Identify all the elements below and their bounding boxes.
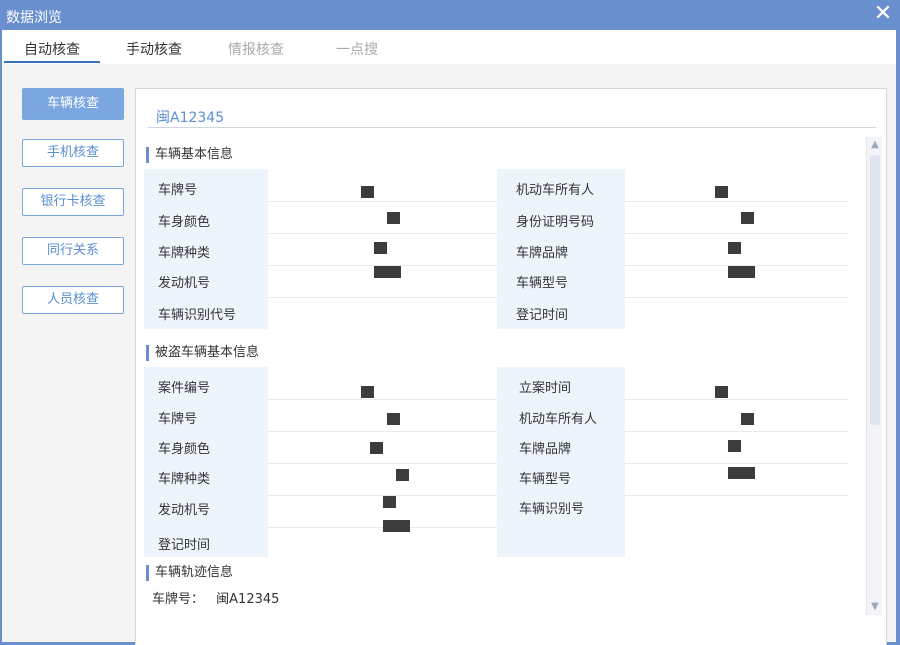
tab-auto-check[interactable]: 自动核查	[24, 39, 80, 59]
redacted-value	[374, 266, 401, 278]
row-divider	[625, 431, 849, 432]
active-tab-indicator	[4, 61, 100, 63]
row-divider	[268, 201, 497, 202]
row-divider	[268, 233, 497, 234]
sidebar-item-companion-relation[interactable]: 同行关系	[22, 237, 124, 265]
row-divider	[625, 495, 849, 496]
redacted-value	[741, 413, 754, 425]
field-label: 车辆型号	[519, 472, 572, 487]
field-label: 车牌种类	[158, 246, 211, 261]
stolen-vehicle-grid: 案件编号 车牌号 车身颜色 车牌种类 发动机号 登记时间 立案时间 机动车所有人…	[144, 367, 849, 557]
field-label: 机动车所有人	[516, 183, 595, 198]
redacted-value	[387, 413, 400, 425]
redacted-value	[728, 242, 741, 254]
field-label: 车牌号	[158, 412, 198, 427]
field-label: 发动机号	[158, 276, 211, 291]
redacted-value	[728, 467, 755, 479]
vertical-scrollbar[interactable]: ▲ ▼	[866, 137, 882, 615]
field-label: 车牌号	[158, 183, 198, 198]
detail-scroll-area[interactable]: 车辆基本信息 车牌号 车身颜色 车牌种类 发动机号 车辆识别代号 机动车所有人 …	[144, 137, 864, 645]
chevron-up-icon[interactable]: ▲	[867, 137, 883, 153]
field-label: 车身颜色	[158, 215, 211, 230]
field-label: 案件编号	[158, 381, 211, 396]
row-divider	[268, 463, 497, 464]
vehicle-basic-grid: 车牌号 车身颜色 车牌种类 发动机号 车辆识别代号 机动车所有人 身份证明号码 …	[144, 169, 849, 329]
redacted-value	[370, 442, 383, 454]
field-label: 发动机号	[158, 503, 211, 518]
row-divider	[268, 297, 497, 298]
redacted-value	[715, 386, 728, 398]
tab-quick-search[interactable]: 一点搜	[336, 39, 378, 59]
field-label: 身份证明号码	[516, 215, 595, 230]
window-content: 自动核查 手动核查 情报核查 一点搜 车辆核查 手机核查 银行卡核查 同行关系 …	[2, 30, 896, 645]
field-label: 车辆型号	[516, 276, 569, 291]
main-panel: 闽A12345 车辆基本信息 车牌号 车身颜色 车牌种类 发动机号 车辆识别代号…	[135, 88, 887, 645]
sidebar-item-person-check[interactable]: 人员核查	[22, 286, 124, 314]
heading-divider	[148, 127, 876, 128]
section-title-track: 车辆轨迹信息	[146, 565, 233, 581]
row-divider	[625, 233, 849, 234]
row-divider	[268, 399, 497, 400]
field-label: 车身颜色	[158, 442, 211, 457]
sidebar-item-phone-check[interactable]: 手机核查	[22, 139, 124, 167]
window-title: 数据浏览	[6, 10, 62, 26]
tab-intel-check[interactable]: 情报核查	[228, 39, 284, 59]
scroll-thumb[interactable]	[870, 155, 880, 425]
row-divider	[268, 431, 497, 432]
section-title-stolen-vehicle: 被盗车辆基本信息	[146, 345, 259, 361]
row-divider	[625, 463, 849, 464]
close-icon[interactable]: ✕	[872, 3, 894, 25]
redacted-value	[383, 496, 396, 508]
field-label: 车牌品牌	[519, 442, 572, 457]
redacted-value	[383, 520, 410, 532]
field-label: 车牌品牌	[516, 246, 569, 261]
redacted-value	[361, 186, 374, 198]
redacted-value	[728, 266, 755, 278]
field-label: 车辆识别号	[519, 502, 585, 517]
redacted-value	[396, 469, 409, 481]
field-label: 车辆识别代号	[158, 308, 237, 323]
section-title-vehicle-basic: 车辆基本信息	[146, 147, 233, 163]
sidebar-item-bankcard-check[interactable]: 银行卡核查	[22, 188, 124, 216]
redacted-value	[361, 386, 374, 398]
row-divider	[625, 297, 849, 298]
row-divider	[625, 201, 849, 202]
field-label: 立案时间	[519, 381, 572, 396]
sidebar-item-vehicle-check[interactable]: 车辆核查	[22, 88, 124, 120]
tab-manual-check[interactable]: 手动核查	[126, 39, 182, 59]
row-divider	[625, 399, 849, 400]
field-label: 登记时间	[158, 538, 211, 553]
tab-bar: 自动核查 手动核查 情报核查 一点搜	[2, 30, 896, 64]
track-plate-row: 车牌号： 闽A12345	[152, 588, 279, 607]
redacted-value	[728, 440, 741, 452]
redacted-value	[715, 186, 728, 198]
field-label: 登记时间	[516, 308, 569, 323]
field-label: 车牌种类	[158, 472, 211, 487]
title-bar: 数据浏览 ✕	[0, 0, 900, 30]
redacted-value	[374, 242, 387, 254]
redacted-value	[387, 212, 400, 224]
redacted-value	[741, 212, 754, 224]
chevron-down-icon[interactable]: ▼	[867, 599, 883, 615]
plate-heading: 闽A12345	[156, 110, 225, 126]
track-plate-label: 车牌号：	[152, 592, 205, 607]
track-plate-value: 闽A12345	[216, 592, 280, 607]
field-label: 机动车所有人	[519, 412, 598, 427]
data-browse-window: 数据浏览 ✕ 自动核查 手动核查 情报核查 一点搜 车辆核查 手机核查 银行卡核…	[0, 0, 900, 645]
